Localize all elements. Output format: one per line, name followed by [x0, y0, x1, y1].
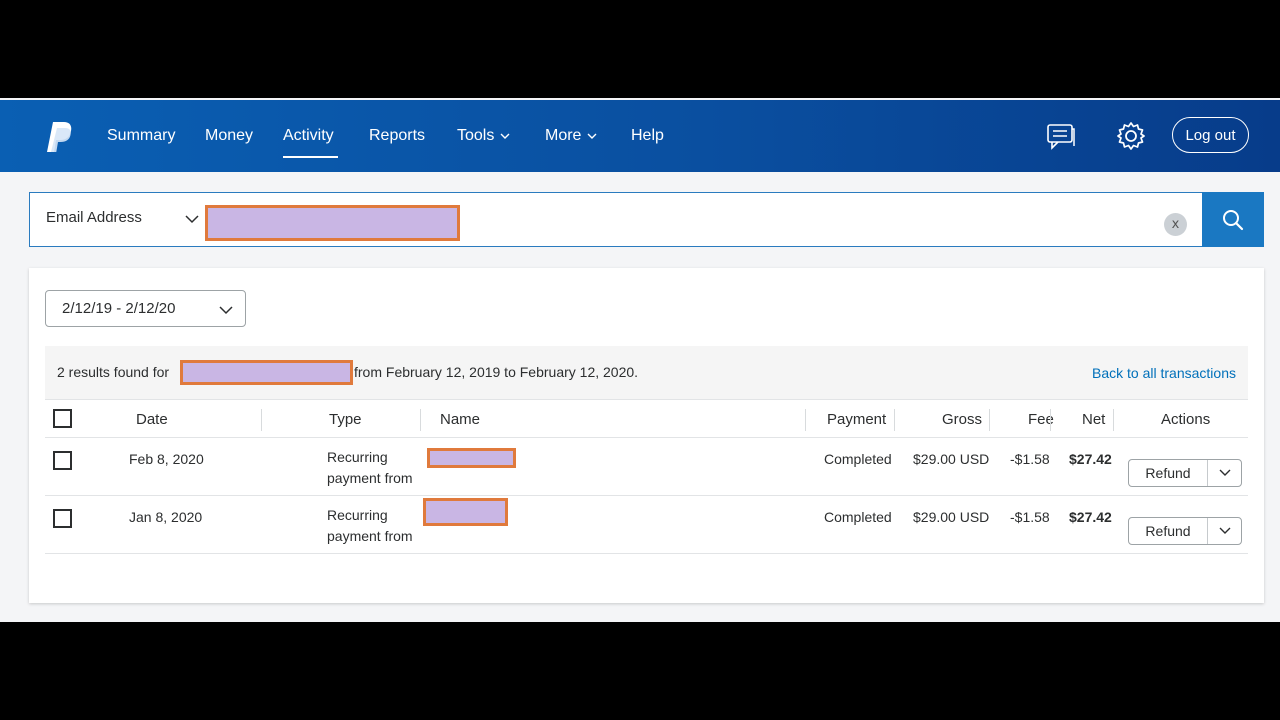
- nav-help-label: Help: [631, 127, 664, 144]
- gear-icon[interactable]: [1115, 120, 1147, 152]
- chevron-down-icon: [500, 133, 510, 139]
- column-header-gross[interactable]: Gross: [942, 411, 982, 428]
- activity-results-card: 2/12/19 - 2/12/20 2 results found for fr…: [29, 268, 1264, 603]
- nav-activity[interactable]: Activity: [283, 127, 334, 145]
- refund-button[interactable]: Refund: [1129, 460, 1207, 486]
- transaction-fee: -$1.58: [1010, 451, 1050, 467]
- row-checkbox[interactable]: [53, 451, 72, 470]
- paypal-logo[interactable]: [44, 120, 74, 154]
- top-navigation-bar: Summary Money Activity Reports Tools Mor…: [0, 100, 1280, 172]
- nav-reports-label: Reports: [369, 127, 426, 144]
- transaction-type-line1: Recurring: [327, 507, 388, 523]
- nav-more[interactable]: More: [545, 127, 597, 145]
- transaction-gross: $29.00 USD: [913, 451, 990, 467]
- message-center-icon[interactable]: [1045, 120, 1077, 152]
- transaction-type-line2: payment from: [327, 528, 413, 544]
- column-divider: [989, 409, 990, 431]
- nav-money-label: Money: [205, 127, 254, 144]
- transaction-fee: -$1.58: [1010, 509, 1050, 525]
- nav-tools-label: Tools: [457, 127, 495, 144]
- transaction-net: $27.42: [1069, 509, 1112, 525]
- transaction-name-redacted[interactable]: [423, 498, 508, 526]
- refund-divider: [1207, 518, 1208, 544]
- refund-split-button: Refund: [1128, 459, 1242, 487]
- nav-tools[interactable]: Tools: [457, 127, 510, 145]
- search-input-redacted[interactable]: [205, 205, 460, 241]
- table-row[interactable]: Feb 8, 2020 Recurring payment from Compl…: [45, 438, 1248, 496]
- chevron-down-icon[interactable]: [1219, 469, 1231, 477]
- row-checkbox[interactable]: [53, 509, 72, 528]
- transaction-net: $27.42: [1069, 451, 1112, 467]
- search-term-redacted: [180, 360, 353, 385]
- column-header-type[interactable]: Type: [329, 411, 362, 428]
- nav-reports[interactable]: Reports: [369, 127, 425, 145]
- logout-button[interactable]: Log out: [1172, 117, 1249, 153]
- column-divider: [261, 409, 262, 431]
- transaction-type: Recurring payment from: [327, 505, 427, 547]
- date-range-select[interactable]: 2/12/19 - 2/12/20: [45, 290, 246, 327]
- search-button[interactable]: [1202, 192, 1264, 247]
- transaction-type-line2: payment from: [327, 470, 413, 486]
- select-all-checkbox[interactable]: [53, 409, 72, 428]
- back-to-all-transactions-link[interactable]: Back to all transactions: [1092, 365, 1236, 381]
- transaction-payment-status: Completed: [824, 509, 892, 525]
- nav-activity-label: Activity: [283, 127, 334, 144]
- table-header: Date Type Name Payment Gross Fee Net Act…: [45, 399, 1248, 438]
- chevron-down-icon[interactable]: [185, 214, 199, 224]
- nav-active-indicator: [283, 156, 338, 158]
- column-divider: [805, 409, 806, 431]
- nav-summary[interactable]: Summary: [107, 127, 175, 145]
- nav-money[interactable]: Money: [205, 127, 253, 145]
- search-type-select[interactable]: Email Address: [46, 209, 142, 226]
- browser-viewport: Summary Money Activity Reports Tools Mor…: [0, 98, 1280, 622]
- nav-help[interactable]: Help: [631, 127, 664, 145]
- results-summary-bar: 2 results found for from February 12, 20…: [45, 346, 1248, 399]
- column-header-name[interactable]: Name: [440, 411, 480, 428]
- column-divider: [1050, 409, 1051, 431]
- refund-split-button: Refund: [1128, 517, 1242, 545]
- column-header-actions: Actions: [1161, 411, 1211, 428]
- refund-divider: [1207, 460, 1208, 486]
- transaction-date: Jan 8, 2020: [129, 509, 203, 525]
- table-row[interactable]: Jan 8, 2020 Recurring payment from Compl…: [45, 496, 1248, 554]
- results-date-range-text: from February 12, 2019 to February 12, 2…: [354, 364, 639, 380]
- search-icon: [1223, 209, 1244, 230]
- transaction-date: Feb 8, 2020: [129, 451, 204, 467]
- refund-button[interactable]: Refund: [1129, 518, 1207, 544]
- results-count-text: 2 results found for: [57, 364, 170, 380]
- column-divider: [420, 409, 421, 431]
- column-divider: [1113, 409, 1114, 431]
- chevron-down-icon: [219, 306, 233, 315]
- column-header-net[interactable]: Net: [1082, 411, 1105, 428]
- transaction-payment-status: Completed: [824, 451, 892, 467]
- chevron-down-icon[interactable]: [1219, 527, 1231, 535]
- column-header-payment[interactable]: Payment: [827, 411, 886, 428]
- chevron-down-icon: [587, 133, 597, 139]
- date-range-value: 2/12/19 - 2/12/20: [62, 300, 176, 317]
- transaction-gross: $29.00 USD: [913, 509, 990, 525]
- clear-search-button[interactable]: x: [1164, 213, 1187, 236]
- transaction-type-line1: Recurring: [327, 449, 388, 465]
- column-divider: [894, 409, 895, 431]
- nav-summary-label: Summary: [107, 127, 176, 144]
- column-header-date[interactable]: Date: [136, 411, 168, 428]
- search-bar: Email Address x: [29, 192, 1203, 247]
- transaction-name-redacted[interactable]: [427, 448, 516, 468]
- nav-more-label: More: [545, 127, 582, 144]
- transaction-type: Recurring payment from: [327, 447, 427, 489]
